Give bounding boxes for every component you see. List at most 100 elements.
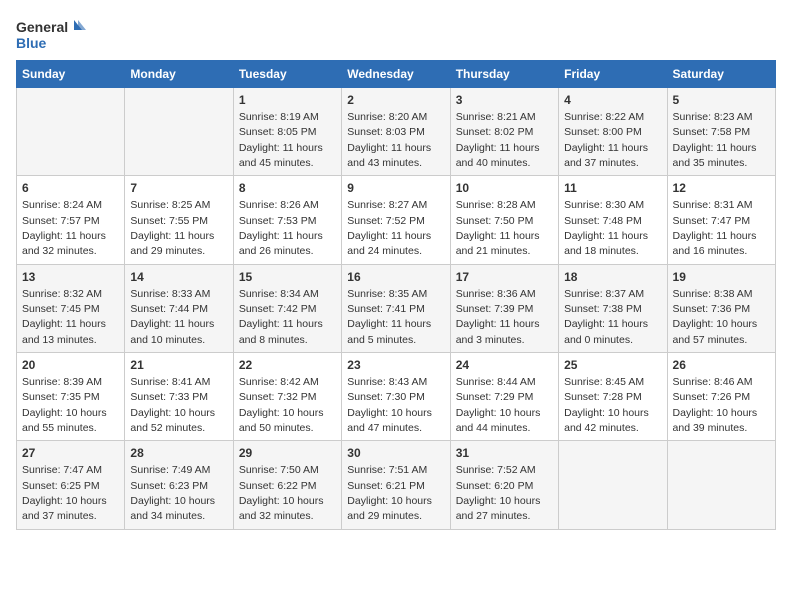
day-detail: Sunrise: 8:27 AM Sunset: 7:52 PM Dayligh… bbox=[347, 199, 431, 257]
day-number: 29 bbox=[239, 445, 336, 462]
day-detail: Sunrise: 8:20 AM Sunset: 8:03 PM Dayligh… bbox=[347, 111, 431, 169]
day-number: 19 bbox=[673, 269, 770, 286]
calendar-week-4: 20Sunrise: 8:39 AM Sunset: 7:35 PM Dayli… bbox=[17, 353, 776, 441]
calendar-cell: 29 Sunrise: 7:50 AM Sunset: 6:22 PM Dayli… bbox=[233, 441, 341, 529]
day-detail: Sunrise: 8:26 AM Sunset: 7:53 PM Dayligh… bbox=[239, 199, 323, 257]
weekday-header-row: SundayMondayTuesdayWednesdayThursdayFrid… bbox=[17, 61, 776, 88]
day-number: 5 bbox=[673, 92, 770, 109]
day-number: 26 bbox=[673, 357, 770, 374]
day-detail: Sunrise: 7:52 AM Sunset: 6:20 PM Dayligh… bbox=[456, 464, 541, 522]
day-number: 14 bbox=[130, 269, 227, 286]
calendar-cell: 5 Sunrise: 8:23 AM Sunset: 7:58 PM Daylig… bbox=[667, 88, 775, 176]
day-detail: Sunrise: 8:28 AM Sunset: 7:50 PM Dayligh… bbox=[456, 199, 540, 257]
calendar-table: SundayMondayTuesdayWednesdayThursdayFrid… bbox=[16, 60, 776, 530]
calendar-cell: 10 Sunrise: 8:28 AM Sunset: 7:50 PM Dayli… bbox=[450, 176, 558, 264]
day-detail: Sunrise: 7:50 AM Sunset: 6:22 PM Dayligh… bbox=[239, 464, 324, 522]
day-number: 8 bbox=[239, 180, 336, 197]
calendar-cell: 25 Sunrise: 8:45 AM Sunset: 7:28 PM Dayli… bbox=[559, 353, 667, 441]
weekday-header-saturday: Saturday bbox=[667, 61, 775, 88]
day-detail: Sunrise: 8:38 AM Sunset: 7:36 PM Dayligh… bbox=[673, 288, 758, 346]
day-detail: Sunrise: 8:21 AM Sunset: 8:02 PM Dayligh… bbox=[456, 111, 540, 169]
day-detail: Sunrise: 8:22 AM Sunset: 8:00 PM Dayligh… bbox=[564, 111, 648, 169]
calendar-cell: 4 Sunrise: 8:22 AM Sunset: 8:00 PM Daylig… bbox=[559, 88, 667, 176]
day-detail: Sunrise: 8:31 AM Sunset: 7:47 PM Dayligh… bbox=[673, 199, 757, 257]
calendar-cell: 26 Sunrise: 8:46 AM Sunset: 7:26 PM Dayli… bbox=[667, 353, 775, 441]
day-detail: Sunrise: 8:39 AM Sunset: 7:35 PM Dayligh… bbox=[22, 376, 107, 434]
day-number: 4 bbox=[564, 92, 661, 109]
weekday-header-sunday: Sunday bbox=[17, 61, 125, 88]
calendar-week-1: 1 Sunrise: 8:19 AM Sunset: 8:05 PM Daylig… bbox=[17, 88, 776, 176]
calendar-cell: 8 Sunrise: 8:26 AM Sunset: 7:53 PM Daylig… bbox=[233, 176, 341, 264]
calendar-cell: 21Sunrise: 8:41 AM Sunset: 7:33 PM Dayli… bbox=[125, 353, 233, 441]
day-number: 7 bbox=[130, 180, 227, 197]
calendar-cell: 3 Sunrise: 8:21 AM Sunset: 8:02 PM Daylig… bbox=[450, 88, 558, 176]
calendar-cell: 27 Sunrise: 7:47 AM Sunset: 6:25 PM Dayli… bbox=[17, 441, 125, 529]
day-number: 3 bbox=[456, 92, 553, 109]
day-number: 30 bbox=[347, 445, 444, 462]
calendar-cell: 30Sunrise: 7:51 AM Sunset: 6:21 PM Dayli… bbox=[342, 441, 450, 529]
day-detail: Sunrise: 8:19 AM Sunset: 8:05 PM Dayligh… bbox=[239, 111, 323, 169]
day-detail: Sunrise: 8:33 AM Sunset: 7:44 PM Dayligh… bbox=[130, 288, 214, 346]
calendar-cell: 2 Sunrise: 8:20 AM Sunset: 8:03 PM Daylig… bbox=[342, 88, 450, 176]
calendar-cell: 23 Sunrise: 8:43 AM Sunset: 7:30 PM Dayli… bbox=[342, 353, 450, 441]
calendar-cell: 12 Sunrise: 8:31 AM Sunset: 7:47 PM Dayli… bbox=[667, 176, 775, 264]
weekday-header-tuesday: Tuesday bbox=[233, 61, 341, 88]
calendar-body: 1 Sunrise: 8:19 AM Sunset: 8:05 PM Daylig… bbox=[17, 88, 776, 530]
day-number: 2 bbox=[347, 92, 444, 109]
weekday-header-wednesday: Wednesday bbox=[342, 61, 450, 88]
day-number: 17 bbox=[456, 269, 553, 286]
calendar-cell: 18Sunrise: 8:37 AM Sunset: 7:38 PM Dayli… bbox=[559, 264, 667, 352]
day-number: 11 bbox=[564, 180, 661, 197]
weekday-header-thursday: Thursday bbox=[450, 61, 558, 88]
day-detail: Sunrise: 8:25 AM Sunset: 7:55 PM Dayligh… bbox=[130, 199, 214, 257]
calendar-cell: 16 Sunrise: 8:35 AM Sunset: 7:41 PM Dayli… bbox=[342, 264, 450, 352]
day-number: 25 bbox=[564, 357, 661, 374]
calendar-cell bbox=[125, 88, 233, 176]
day-detail: Sunrise: 8:32 AM Sunset: 7:45 PM Dayligh… bbox=[22, 288, 106, 346]
weekday-header-friday: Friday bbox=[559, 61, 667, 88]
calendar-cell: 1 Sunrise: 8:19 AM Sunset: 8:05 PM Daylig… bbox=[233, 88, 341, 176]
calendar-cell bbox=[559, 441, 667, 529]
day-detail: Sunrise: 7:47 AM Sunset: 6:25 PM Dayligh… bbox=[22, 464, 107, 522]
calendar-cell bbox=[17, 88, 125, 176]
calendar-cell bbox=[667, 441, 775, 529]
day-detail: Sunrise: 8:30 AM Sunset: 7:48 PM Dayligh… bbox=[564, 199, 648, 257]
day-detail: Sunrise: 8:46 AM Sunset: 7:26 PM Dayligh… bbox=[673, 376, 758, 434]
calendar-cell: 22Sunrise: 8:42 AM Sunset: 7:32 PM Dayli… bbox=[233, 353, 341, 441]
day-detail: Sunrise: 8:43 AM Sunset: 7:30 PM Dayligh… bbox=[347, 376, 432, 434]
day-number: 24 bbox=[456, 357, 553, 374]
day-number: 10 bbox=[456, 180, 553, 197]
calendar-cell: 13Sunrise: 8:32 AM Sunset: 7:45 PM Dayli… bbox=[17, 264, 125, 352]
day-number: 28 bbox=[130, 445, 227, 462]
day-detail: Sunrise: 8:24 AM Sunset: 7:57 PM Dayligh… bbox=[22, 199, 106, 257]
svg-text:Blue: Blue bbox=[16, 35, 47, 51]
day-number: 6 bbox=[22, 180, 119, 197]
calendar-cell: 28 Sunrise: 7:49 AM Sunset: 6:23 PM Dayli… bbox=[125, 441, 233, 529]
calendar-cell: 17Sunrise: 8:36 AM Sunset: 7:39 PM Dayli… bbox=[450, 264, 558, 352]
day-number: 15 bbox=[239, 269, 336, 286]
calendar-cell: 15Sunrise: 8:34 AM Sunset: 7:42 PM Dayli… bbox=[233, 264, 341, 352]
svg-text:General: General bbox=[16, 19, 68, 35]
calendar-cell: 20Sunrise: 8:39 AM Sunset: 7:35 PM Dayli… bbox=[17, 353, 125, 441]
calendar-cell: 19 Sunrise: 8:38 AM Sunset: 7:36 PM Dayli… bbox=[667, 264, 775, 352]
calendar-cell: 11 Sunrise: 8:30 AM Sunset: 7:48 PM Dayli… bbox=[559, 176, 667, 264]
day-number: 9 bbox=[347, 180, 444, 197]
day-detail: Sunrise: 8:35 AM Sunset: 7:41 PM Dayligh… bbox=[347, 288, 431, 346]
day-detail: Sunrise: 8:45 AM Sunset: 7:28 PM Dayligh… bbox=[564, 376, 649, 434]
day-number: 27 bbox=[22, 445, 119, 462]
day-detail: Sunrise: 8:23 AM Sunset: 7:58 PM Dayligh… bbox=[673, 111, 757, 169]
day-detail: Sunrise: 7:49 AM Sunset: 6:23 PM Dayligh… bbox=[130, 464, 215, 522]
day-number: 23 bbox=[347, 357, 444, 374]
day-number: 12 bbox=[673, 180, 770, 197]
header: General Blue bbox=[16, 16, 776, 54]
weekday-header-monday: Monday bbox=[125, 61, 233, 88]
calendar-week-3: 13Sunrise: 8:32 AM Sunset: 7:45 PM Dayli… bbox=[17, 264, 776, 352]
day-detail: Sunrise: 8:44 AM Sunset: 7:29 PM Dayligh… bbox=[456, 376, 541, 434]
day-detail: Sunrise: 8:37 AM Sunset: 7:38 PM Dayligh… bbox=[564, 288, 648, 346]
day-number: 16 bbox=[347, 269, 444, 286]
day-number: 1 bbox=[239, 92, 336, 109]
calendar-cell: 7 Sunrise: 8:25 AM Sunset: 7:55 PM Daylig… bbox=[125, 176, 233, 264]
logo: General Blue bbox=[16, 16, 86, 54]
day-number: 31 bbox=[456, 445, 553, 462]
calendar-cell: 24 Sunrise: 8:44 AM Sunset: 7:29 PM Dayli… bbox=[450, 353, 558, 441]
